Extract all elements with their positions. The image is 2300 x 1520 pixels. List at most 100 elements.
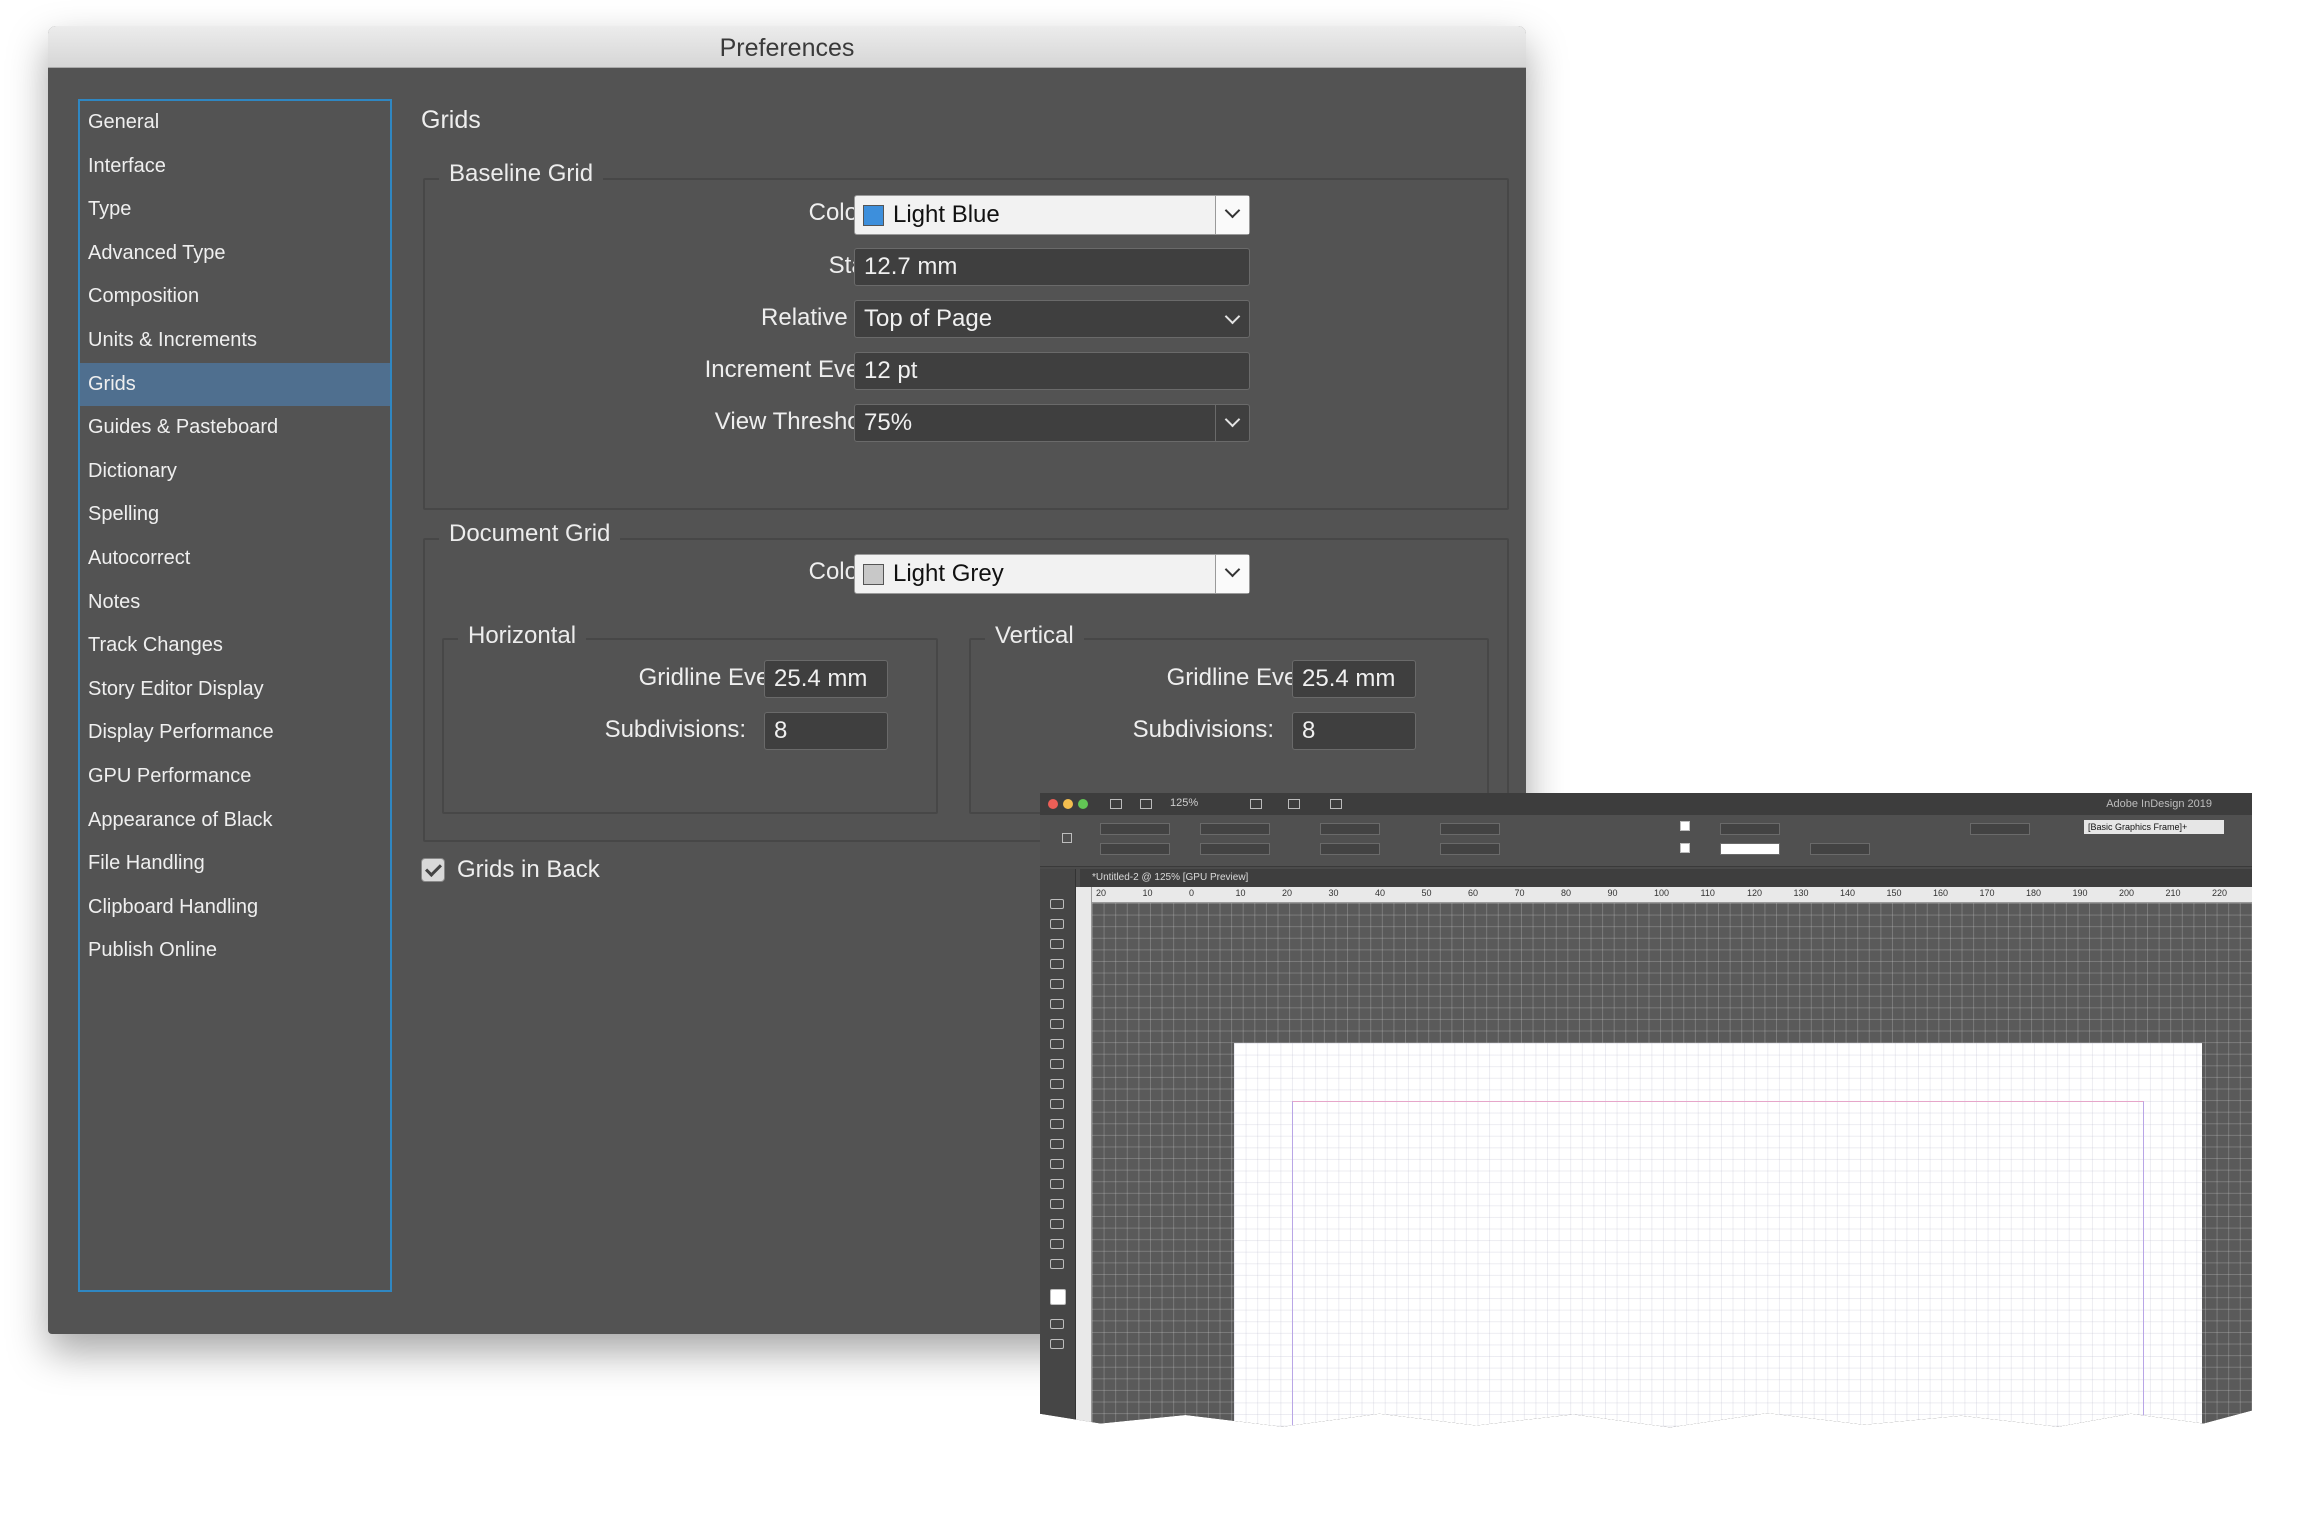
fill-stroke-icon[interactable] <box>1050 1289 1066 1305</box>
relative-to-select[interactable]: Top of Page <box>854 300 1250 338</box>
height-field[interactable] <box>1200 843 1270 855</box>
indesign-titlebar: 125% Adobe InDesign 2019 <box>1040 793 2252 815</box>
sidebar-item[interactable]: Advanced Type <box>80 232 390 276</box>
scale-x-field[interactable] <box>1320 823 1380 835</box>
rotation-field[interactable] <box>1440 823 1500 835</box>
scale-y-field[interactable] <box>1320 843 1380 855</box>
gradient-feather-tool-icon[interactable] <box>1050 1179 1064 1189</box>
bridge-icon[interactable] <box>1110 799 1122 809</box>
content-collector-icon[interactable] <box>1050 979 1064 989</box>
sidebar-item[interactable]: Track Changes <box>80 624 390 668</box>
sidebar-item[interactable]: Guides & Pasteboard <box>80 406 390 450</box>
document-tab[interactable]: *Untitled-2 @ 125% [GPU Preview] <box>1092 872 1248 883</box>
vertical-ruler[interactable] <box>1076 887 1092 1428</box>
arrange-documents-icon[interactable] <box>1330 799 1342 809</box>
reference-point-icon[interactable] <box>1062 833 1072 843</box>
type-tool-icon[interactable] <box>1050 999 1064 1009</box>
ruler-tick-label: 130 <box>1793 888 1809 898</box>
sidebar-item[interactable]: GPU Performance <box>80 755 390 799</box>
opacity-field[interactable] <box>1810 843 1870 855</box>
grids-in-back-checkbox[interactable] <box>421 858 445 882</box>
layout-icon[interactable] <box>1140 799 1152 809</box>
sidebar-item[interactable]: Autocorrect <box>80 537 390 581</box>
note-tool-icon[interactable] <box>1050 1199 1064 1209</box>
chevron-down-icon[interactable] <box>1215 405 1249 441</box>
fill-swatch-icon[interactable] <box>1680 821 1690 831</box>
sidebar-item[interactable]: Units & Increments <box>80 319 390 363</box>
sidebar-item[interactable]: Spelling <box>80 493 390 537</box>
increment-every-label: Increment Every: <box>704 356 886 383</box>
document-tab-bar: *Untitled-2 @ 125% [GPU Preview] <box>1080 869 2252 887</box>
ruler-tick-label: 180 <box>2026 888 2042 898</box>
sidebar-item[interactable]: Clipboard Handling <box>80 886 390 930</box>
zoom-tool-icon[interactable] <box>1050 1259 1064 1269</box>
apply-none-icon[interactable] <box>1050 1319 1064 1329</box>
window-title: Preferences <box>48 26 1526 68</box>
sidebar-item[interactable]: File Handling <box>80 842 390 886</box>
horizontal-gridline-field[interactable]: 25.4 mm <box>764 660 888 698</box>
sidebar-item[interactable]: Dictionary <box>80 450 390 494</box>
object-style-select[interactable]: [Basic Graphics Frame]+ <box>2084 820 2224 834</box>
increment-every-field[interactable]: 12 pt <box>854 352 1250 390</box>
grids-in-back-label: Grids in Back <box>457 856 600 883</box>
sidebar-item[interactable]: Notes <box>80 581 390 625</box>
vertical-gridline-field[interactable]: 25.4 mm <box>1292 660 1416 698</box>
y-position-field[interactable] <box>1100 843 1170 855</box>
direct-selection-tool-icon[interactable] <box>1050 919 1064 929</box>
shear-field[interactable] <box>1440 843 1500 855</box>
baseline-colour-select[interactable]: Light Blue <box>854 195 1250 235</box>
vertical-subdivisions-label: Subdivisions: <box>1132 716 1274 743</box>
stroke-type-select[interactable] <box>1720 843 1780 855</box>
sidebar-item[interactable]: Appearance of Black <box>80 799 390 843</box>
sidebar-item[interactable]: Display Performance <box>80 711 390 755</box>
screen-mode-icon[interactable] <box>1288 799 1300 809</box>
document-colour-select[interactable]: Light Grey <box>854 554 1250 594</box>
start-field[interactable]: 12.7 mm <box>854 248 1250 286</box>
ruler-tick-label: 0 <box>1189 888 1195 898</box>
sidebar-item[interactable]: Grids <box>80 362 390 407</box>
gradient-swatch-tool-icon[interactable] <box>1050 1159 1064 1169</box>
free-transform-tool-icon[interactable] <box>1050 1139 1064 1149</box>
hand-tool-icon[interactable] <box>1050 1239 1064 1249</box>
start-label: Start: <box>608 252 886 280</box>
control-panel: [Basic Graphics Frame]+ <box>1040 815 2252 867</box>
ruler-tick-label: 80 <box>1561 888 1572 898</box>
stroke-weight-field[interactable] <box>1720 823 1780 835</box>
zoom-level[interactable]: 125% <box>1170 797 1198 809</box>
minimize-traffic-light-icon[interactable] <box>1063 799 1073 809</box>
rectangle-frame-tool-icon[interactable] <box>1050 1079 1064 1089</box>
close-traffic-light-icon[interactable] <box>1048 799 1058 809</box>
horizontal-subdivisions-field[interactable]: 8 <box>764 712 888 750</box>
zoom-traffic-light-icon[interactable] <box>1078 799 1088 809</box>
sidebar-item[interactable]: Story Editor Display <box>80 668 390 712</box>
pen-tool-icon[interactable] <box>1050 1039 1064 1049</box>
line-tool-icon[interactable] <box>1050 1019 1064 1029</box>
rectangle-tool-icon[interactable] <box>1050 1099 1064 1109</box>
selection-tool-icon[interactable] <box>1050 899 1064 909</box>
document-colour-value: Light Grey <box>893 560 1004 587</box>
sidebar-item[interactable]: Composition <box>80 275 390 319</box>
offset-field[interactable] <box>1970 823 2030 835</box>
scissors-tool-icon[interactable] <box>1050 1119 1064 1129</box>
view-options-icon[interactable] <box>1250 799 1262 809</box>
ruler-tick-label: 140 <box>1840 888 1856 898</box>
view-threshold-stepper[interactable]: 75% <box>854 404 1250 442</box>
vertical-gridline-label: Gridline Every: <box>1166 664 1324 691</box>
vertical-subdivisions-field[interactable]: 8 <box>1292 712 1416 750</box>
stroke-swatch-icon[interactable] <box>1680 843 1690 853</box>
document-colour-label: Colour: <box>808 558 886 585</box>
width-field[interactable] <box>1200 823 1270 835</box>
sidebar-item[interactable]: Type <box>80 188 390 232</box>
gap-tool-icon[interactable] <box>1050 959 1064 969</box>
pencil-tool-icon[interactable] <box>1050 1059 1064 1069</box>
screen-mode-tool-icon[interactable] <box>1050 1339 1064 1349</box>
app-title: Adobe InDesign 2019 <box>2106 798 2212 810</box>
sidebar-item[interactable]: Interface <box>80 145 390 189</box>
sidebar-item[interactable]: Publish Online <box>80 929 390 973</box>
horizontal-ruler[interactable]: 20 10 0 10 20 30 40 50 60 70 80 90 100 110 120 130 140 15… <box>1092 887 2252 903</box>
sidebar-item[interactable]: General <box>80 101 390 145</box>
baseline-grid-title: Baseline Grid <box>439 160 604 188</box>
x-position-field[interactable] <box>1100 823 1170 835</box>
page-tool-icon[interactable] <box>1050 939 1064 949</box>
eyedropper-tool-icon[interactable] <box>1050 1219 1064 1229</box>
